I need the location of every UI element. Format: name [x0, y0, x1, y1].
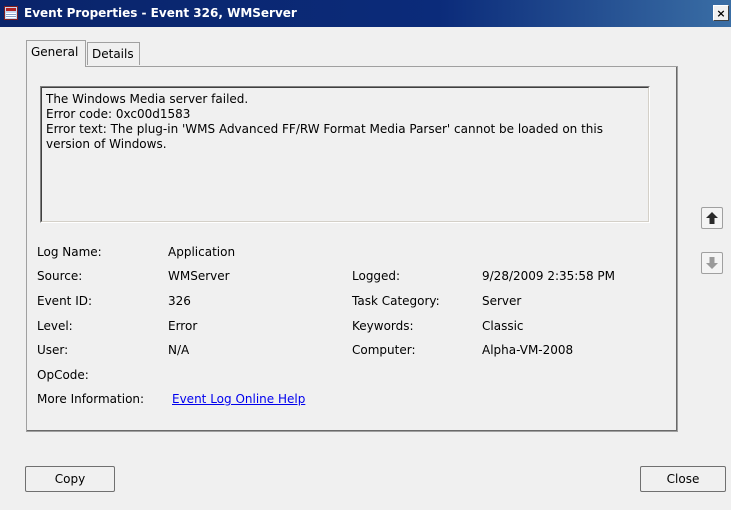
window-title: Event Properties - Event 326, WMServer	[24, 6, 297, 20]
task-category-label: Task Category:	[352, 294, 440, 308]
level-label: Level:	[37, 319, 73, 333]
keywords-label: Keywords:	[352, 319, 414, 333]
event-description-box[interactable]: The Windows Media server failed. Error c…	[40, 86, 650, 223]
event-id-value: 326	[168, 294, 191, 308]
event-description-text: The Windows Media server failed. Error c…	[41, 87, 649, 222]
description-line: version of Windows.	[46, 137, 167, 151]
event-viewer-icon	[4, 6, 18, 20]
previous-event-button[interactable]	[701, 207, 723, 229]
computer-label: Computer:	[352, 343, 416, 357]
user-label: User:	[37, 343, 69, 357]
arrow-down-icon	[706, 257, 718, 269]
user-value: N/A	[168, 343, 190, 357]
next-event-button[interactable]	[701, 252, 723, 274]
source-value: WMServer	[168, 269, 230, 283]
log-name-value: Application	[168, 245, 236, 259]
title-bar[interactable]: Event Properties - Event 326, WMServer ×	[0, 0, 731, 27]
log-name-label: Log Name:	[37, 245, 102, 259]
more-information-label: More Information:	[37, 392, 145, 406]
tab-general[interactable]: General	[26, 40, 86, 67]
description-line: Error text: The plug-in 'WMS Advanced FF…	[46, 122, 603, 136]
source-label: Source:	[37, 269, 83, 283]
task-category-value: Server	[482, 294, 522, 308]
description-line: The Windows Media server failed.	[46, 92, 249, 106]
arrow-up-icon	[706, 212, 718, 224]
computer-value: Alpha-VM-2008	[482, 343, 574, 357]
logged-label: Logged:	[352, 269, 401, 283]
logged-value: 9/28/2009 2:35:58 PM	[482, 269, 616, 283]
event-log-online-help-link[interactable]: Event Log Online Help	[172, 392, 305, 406]
keywords-value: Classic	[482, 319, 524, 333]
level-value: Error	[168, 319, 198, 333]
close-button[interactable]: Close	[640, 466, 726, 492]
opcode-label: OpCode:	[37, 368, 89, 382]
copy-button[interactable]: Copy	[25, 466, 115, 492]
general-tab-panel: The Windows Media server failed. Error c…	[26, 66, 678, 432]
tab-details[interactable]: Details	[87, 42, 140, 65]
event-id-label: Event ID:	[37, 294, 93, 308]
description-line: Error code: 0xc00d1583	[46, 107, 191, 121]
window-close-button[interactable]: ×	[713, 5, 729, 21]
